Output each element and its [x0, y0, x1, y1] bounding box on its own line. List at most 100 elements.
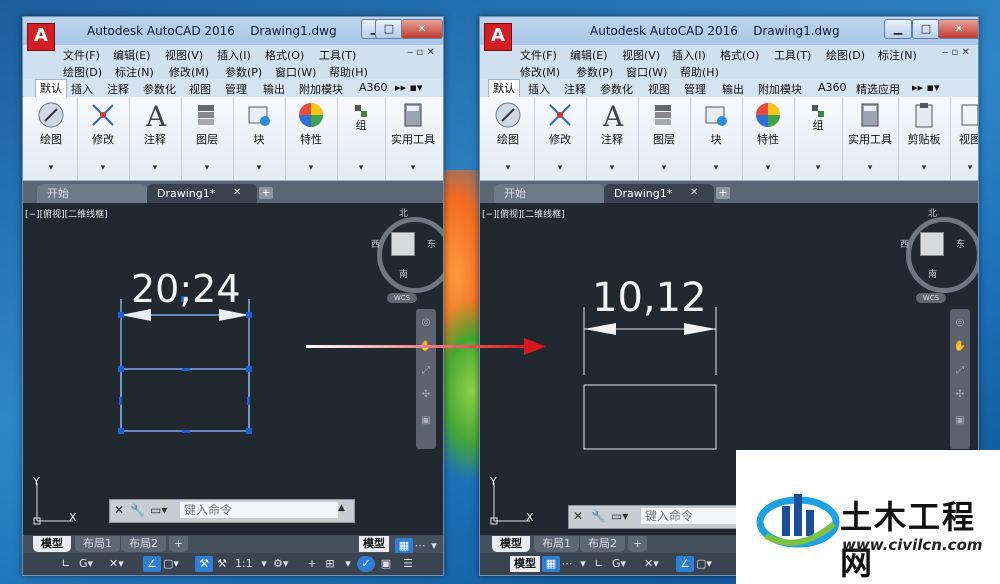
panel-view[interactable]: 视图 ▾	[950, 97, 978, 180]
plus-icon[interactable]: +	[305, 556, 319, 572]
menu-edit[interactable]: 编辑(E)	[113, 47, 151, 63]
close-icon[interactable]: ✕	[690, 187, 698, 198]
chevron-down-icon[interactable]: ▾	[794, 163, 842, 173]
menu-format[interactable]: 格式(O)	[720, 47, 759, 63]
chevron-down-icon[interactable]: ▾	[257, 556, 271, 572]
chevron-down-icon[interactable]: ▾	[427, 538, 441, 554]
command-history-icon[interactable]: ▲	[338, 503, 345, 513]
drawing-canvas[interactable]: [−][俯视][二维线框] 北 南 东 西 WCS ◎ ✋ ⤢ ✣ ▣	[23, 203, 443, 535]
chevron-down-icon[interactable]: ▾	[233, 163, 285, 173]
tab-model[interactable]: 模型	[33, 536, 71, 552]
model-space-button[interactable]: 模型	[510, 556, 540, 572]
menu-parametric[interactable]: 参数(P)	[225, 64, 262, 80]
tab-default[interactable]: 默认	[488, 79, 520, 97]
osnap-icon[interactable]: ✕▾	[109, 556, 124, 572]
panel-layers[interactable]: 图层 ▾	[181, 97, 234, 180]
close-icon[interactable]: ✕	[233, 187, 241, 198]
menu-help[interactable]: 帮助(H)	[680, 64, 719, 80]
ribbon-more-icon[interactable]: ▸▸ ▪▾	[912, 81, 940, 94]
grid-icon[interactable]: ▦	[395, 538, 413, 554]
tab-layout2[interactable]: 布局2	[580, 536, 625, 552]
close-icon[interactable]: ✕	[573, 509, 583, 523]
menu-insert[interactable]: 插入(I)	[217, 47, 251, 63]
tab-default[interactable]: 默认	[35, 79, 67, 97]
panel-draw[interactable]: 绘图 ▾	[482, 97, 535, 180]
menu-window[interactable]: 窗口(W)	[275, 64, 316, 80]
lineweight-icon[interactable]: ▢▾	[163, 556, 179, 572]
tab-addins[interactable]: 附加模块	[299, 81, 343, 97]
menu-file[interactable]: 文件(F)	[63, 47, 100, 63]
menu-tools[interactable]: 工具(T)	[774, 47, 811, 63]
chevron-down-icon[interactable]: ▾	[742, 163, 794, 173]
chevron-down-icon[interactable]: ▾	[25, 163, 77, 173]
tab-insert[interactable]: 插入	[71, 81, 93, 97]
tab-a360[interactable]: A360	[818, 81, 847, 94]
ribbon-more-icon[interactable]: ▸▸ ▪▾	[395, 81, 423, 94]
panel-utilities[interactable]: 实用工具 ▾	[842, 97, 899, 180]
command-input[interactable]	[180, 502, 338, 518]
chevron-down-icon[interactable]: ▾	[181, 163, 233, 173]
chevron-down-icon[interactable]: ▾	[77, 163, 129, 173]
tab-model[interactable]: 模型	[492, 536, 530, 552]
wrench-icon[interactable]: 🔧	[130, 503, 145, 517]
tab-layout2[interactable]: 布局2	[121, 536, 166, 552]
snap-icon[interactable]: ⋯	[560, 556, 574, 572]
close-icon[interactable]: ✕	[114, 503, 124, 517]
tab-layout1[interactable]: 布局1	[534, 536, 579, 552]
menu-insert[interactable]: 插入(I)	[672, 47, 706, 63]
chevron-down-icon[interactable]: ▾	[482, 163, 534, 173]
tab-view[interactable]: 视图	[189, 81, 211, 97]
chevron-down-icon[interactable]: ▾	[842, 163, 898, 173]
menu-view[interactable]: 视图(V)	[165, 47, 203, 63]
close-button[interactable]: ✕	[401, 19, 443, 39]
menu-tools[interactable]: 工具(T)	[319, 47, 356, 63]
tab-view[interactable]: 视图	[648, 81, 670, 97]
panel-draw[interactable]: 绘图 ▾	[25, 97, 78, 180]
grid-icon[interactable]: ▦	[542, 556, 560, 572]
maximize-button[interactable]: □	[912, 19, 940, 39]
add-layout-plus-icon[interactable]: +	[169, 536, 189, 552]
chevron-down-icon[interactable]: ▾	[638, 163, 690, 173]
dimension-text[interactable]: 20;24	[131, 267, 241, 311]
maximize-button[interactable]: □	[375, 19, 403, 39]
menu-draw[interactable]: 绘图(D)	[826, 47, 865, 63]
panel-utilities[interactable]: 实用工具 ▾	[385, 97, 441, 180]
tab-output[interactable]: 输出	[263, 81, 285, 97]
panel-modify[interactable]: 修改 ▾	[534, 97, 587, 180]
tab-manage[interactable]: 管理	[225, 81, 247, 97]
menu-format[interactable]: 格式(O)	[265, 47, 304, 63]
tab-featured-apps[interactable]: 精选应用	[856, 81, 900, 97]
new-tab-plus-icon[interactable]: +	[716, 187, 730, 199]
menu-parametric[interactable]: 参数(P)	[576, 64, 613, 80]
wrench-icon[interactable]: 🔧	[591, 509, 606, 523]
tab-start[interactable]: 开始	[494, 184, 604, 203]
chevron-down-icon[interactable]: ▾	[534, 163, 586, 173]
panel-clipboard[interactable]: 剪贴板 ▾	[898, 97, 951, 180]
tab-layout1[interactable]: 布局1	[75, 536, 120, 552]
menu-file[interactable]: 文件(F)	[520, 47, 557, 63]
annotation-scale[interactable]: 1:1	[235, 556, 253, 572]
panel-layers[interactable]: 图层 ▾	[638, 97, 691, 180]
annotation-autoscale-icon[interactable]: ⚒	[215, 556, 229, 572]
menu-window[interactable]: 窗口(W)	[626, 64, 667, 80]
tab-addins[interactable]: 附加模块	[758, 81, 802, 97]
chevron-down-icon[interactable]: ▾	[285, 163, 337, 173]
tab-parametric[interactable]: 参数化	[600, 81, 633, 97]
dynamic-input-icon[interactable]: ∠	[143, 556, 161, 572]
ortho-icon[interactable]: ∟	[592, 556, 606, 572]
new-tab-plus-icon[interactable]: +	[259, 187, 273, 199]
tab-parametric[interactable]: 参数化	[143, 81, 176, 97]
menu-draw[interactable]: 绘图(D)	[63, 64, 102, 80]
chevron-down-icon[interactable]: ▾	[898, 163, 950, 173]
mdi-controls[interactable]: ‒ ▫ ✕	[407, 47, 435, 58]
menu-edit[interactable]: 编辑(E)	[570, 47, 608, 63]
command-prompt-icon[interactable]: ▭▾	[150, 503, 167, 517]
hardware-acceleration-icon[interactable]: ✓	[357, 556, 375, 572]
isolate-icon[interactable]: ⊞	[323, 556, 337, 572]
tab-insert[interactable]: 插入	[528, 81, 550, 97]
menu-view[interactable]: 视图(V)	[622, 47, 660, 63]
menu-modify[interactable]: 修改(M)	[520, 64, 560, 80]
dynamic-input-icon[interactable]: ∠	[676, 556, 694, 572]
snap-icon[interactable]: ⋯	[413, 538, 427, 554]
chevron-down-icon[interactable]: ▾	[950, 163, 978, 173]
